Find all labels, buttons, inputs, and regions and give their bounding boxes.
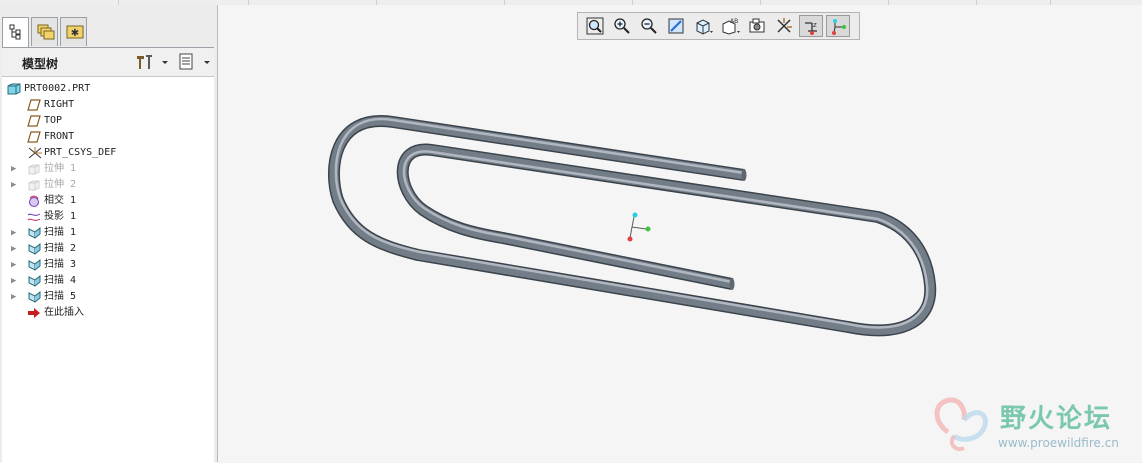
spin-center-icon: z [805, 21, 817, 35]
sweep-icon [27, 274, 41, 287]
zoom-fit-button[interactable] [583, 15, 607, 37]
tree-item-label: 在此插入 [44, 307, 84, 318]
tree-item[interactable]: ▶ 扫描 3 [2, 257, 214, 273]
csys-display-button[interactable] [826, 15, 850, 37]
navigator-tabs: ✱ [2, 17, 216, 48]
expand-arrow-icon[interactable]: ▶ [11, 225, 19, 241]
tree-item-label: 扫描 2 [44, 243, 77, 254]
tree-item-label: 相交 1 [44, 195, 77, 206]
tab-model-tree[interactable] [2, 17, 29, 48]
tree-item[interactable]: 投影 1 [2, 209, 214, 225]
part-icon [7, 83, 21, 95]
forum-watermark: 野火论坛 www.proewildfire.cn [928, 392, 1142, 458]
zoom-fit-icon [586, 17, 604, 35]
favorites-folder-icon: ✱ [66, 25, 84, 39]
tree-item[interactable]: ▶ 扫描 1 [2, 225, 214, 241]
svg-text:z: z [813, 21, 817, 29]
expand-arrow-icon[interactable]: ▶ [11, 289, 19, 305]
datum-plane-icon [27, 115, 41, 127]
zoom-in-icon [614, 18, 630, 34]
saved-views-button[interactable]: AB [718, 15, 742, 37]
tree-item-label: PRT_CSYS_DEF [44, 147, 117, 158]
zoom-in-button[interactable] [610, 15, 634, 37]
tree-item-label: 拉伸 1 [44, 163, 77, 174]
expand-arrow-icon[interactable]: ▶ [11, 273, 19, 289]
expand-arrow-icon[interactable]: ▶ [11, 161, 19, 177]
tree-item-label: 扫描 1 [44, 227, 77, 238]
tree-item[interactable]: RIGHT [2, 97, 214, 113]
datum-plane-icon [27, 99, 41, 111]
layers-icon [37, 24, 55, 40]
sweep-icon [27, 242, 41, 255]
model-tree: PRT0002.PRT RIGHT TOP FRONT PRT_CSYS_DEF ▶ 拉伸 … [2, 76, 214, 463]
list-icon [179, 53, 210, 70]
display-style-icon [749, 18, 765, 33]
tree-item[interactable]: FRONT [2, 129, 214, 145]
show-dropdown-button[interactable] [178, 53, 214, 71]
display-style-button[interactable] [745, 15, 769, 37]
tree-item[interactable]: ▶ 扫描 4 [2, 273, 214, 289]
tree-item-label: 扫描 3 [44, 259, 77, 270]
tree-item-label: PRT0002.PRT [24, 83, 91, 94]
tree-item[interactable]: ▶ 拉伸 2 [2, 177, 214, 193]
repaint-button[interactable] [664, 15, 688, 37]
tree-item[interactable]: 在此插入 [2, 305, 214, 321]
watermark-url: www.proewildfire.cn [998, 436, 1119, 450]
watermark-logo [934, 397, 988, 451]
sweep-icon [27, 258, 41, 271]
datum-display-icon [777, 18, 792, 33]
tree-item[interactable]: ▶ 扫描 2 [2, 241, 214, 257]
tree-item-label: RIGHT [44, 99, 75, 110]
settings-dropdown-button[interactable] [134, 53, 170, 71]
tree-item-label: 投影 1 [44, 211, 77, 222]
navigator-panel: ✱ 模型树 PRT0002.PRT RIGHT TOP FRONT PRT_CSYS_D… [0, 5, 218, 463]
tree-item-label: 拉伸 2 [44, 179, 77, 190]
zoom-out-icon [641, 18, 657, 34]
tree-item[interactable]: PRT0002.PRT [2, 81, 214, 97]
extrude-icon [27, 179, 41, 191]
tree-item[interactable]: ▶ 拉伸 1 [2, 161, 214, 177]
tree-item[interactable]: 相交 1 [2, 193, 214, 209]
watermark-text: 野火论坛 [1000, 404, 1113, 434]
tree-item-label: 扫描 5 [44, 291, 77, 302]
model-tree-title: 模型树 [22, 57, 59, 71]
view-toolbar: AB z [577, 12, 860, 40]
csys-display-icon [832, 19, 846, 35]
model-tree-header: 模型树 [2, 47, 214, 76]
expand-arrow-icon[interactable]: ▶ [11, 257, 19, 273]
view-orientation-icon [696, 19, 713, 35]
sweep-icon [27, 226, 41, 239]
tree-item-label: FRONT [44, 131, 75, 142]
extrude-icon [27, 163, 41, 175]
datum-display-button[interactable] [772, 15, 796, 37]
view-orientation-button[interactable] [691, 15, 715, 37]
tab-favorites[interactable]: ✱ [60, 17, 87, 46]
tree-item[interactable]: PRT_CSYS_DEF [2, 145, 214, 161]
model-tree-icon [9, 24, 21, 40]
tools-icon [137, 55, 168, 69]
coordinate-system-icon [27, 147, 42, 159]
svg-text:AB: AB [730, 18, 738, 25]
zoom-out-button[interactable] [637, 15, 661, 37]
saved-views-icon: AB [722, 18, 740, 35]
spin-center-button[interactable]: z [799, 15, 823, 37]
expand-arrow-icon[interactable]: ▶ [11, 177, 19, 193]
intersect-icon [27, 195, 41, 207]
tree-item[interactable]: ▶ 扫描 5 [2, 289, 214, 305]
repaint-icon [668, 18, 684, 34]
tree-item[interactable]: TOP [2, 113, 214, 129]
expand-arrow-icon[interactable]: ▶ [11, 241, 19, 257]
svg-text:✱: ✱ [71, 28, 79, 39]
datum-plane-icon [27, 131, 41, 143]
tree-item-label: 扫描 4 [44, 275, 77, 286]
projection-icon [27, 211, 41, 223]
tree-item-label: TOP [44, 115, 63, 126]
insert-here-arrow-icon [27, 307, 41, 319]
tab-folder-browser[interactable] [31, 17, 58, 46]
csys-triad [627, 212, 651, 242]
sweep-icon [27, 290, 41, 303]
